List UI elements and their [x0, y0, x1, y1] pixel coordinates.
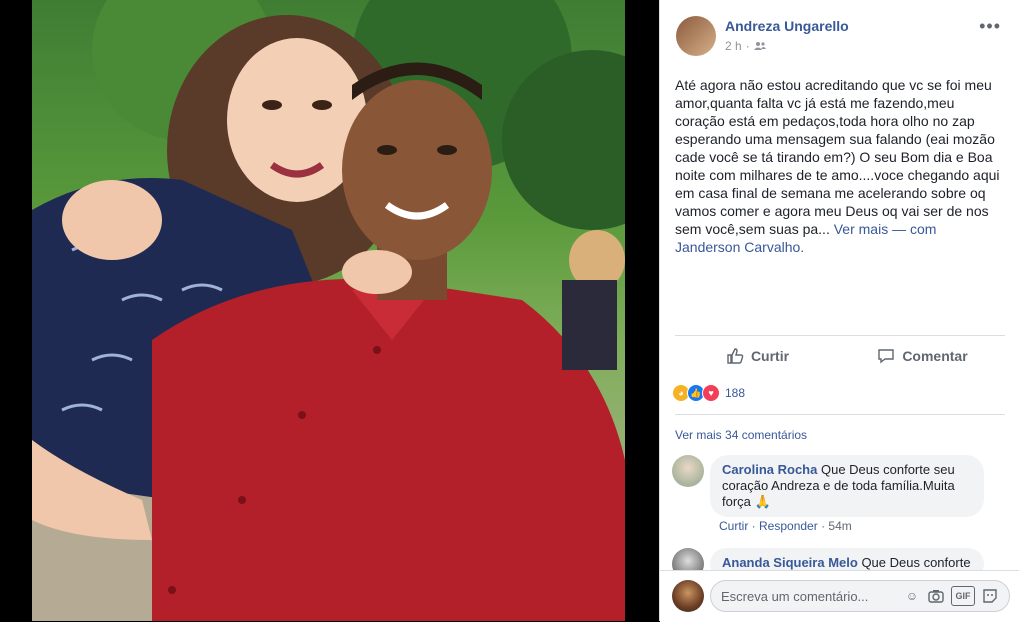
thumbs-up-icon	[727, 348, 744, 364]
composer-tools: ☺ GIF	[903, 586, 999, 606]
gif-icon[interactable]: GIF	[951, 586, 975, 606]
comment-like-link[interactable]: Curtir	[719, 519, 748, 533]
comment-reply-link[interactable]: Responder	[759, 519, 818, 533]
comment-time[interactable]: 54m	[828, 519, 851, 533]
comment-bubble: Carolina Rocha Que Deus conforte seu cor…	[710, 455, 984, 517]
commenter-name[interactable]: Ananda Siqueira Melo	[722, 555, 858, 570]
post-time[interactable]: 2 h	[725, 39, 742, 53]
comment-text: Que Deus conforte	[861, 555, 971, 570]
photo-viewer	[0, 0, 659, 621]
tagged-person-link[interactable]: Janderson Carvalho.	[675, 239, 804, 255]
author-avatar[interactable]	[676, 16, 716, 56]
commenter-avatar[interactable]	[672, 455, 704, 487]
comment-icon	[878, 349, 895, 364]
love-icon: ♥	[702, 384, 720, 402]
emoji-icon[interactable]: ☺	[903, 587, 921, 605]
photo-illustration	[32, 0, 625, 621]
post-meta: 2 h ·	[725, 39, 766, 53]
post-text: Até agora não estou acreditando que vc s…	[675, 76, 1005, 256]
comment-item: Carolina Rocha Que Deus conforte seu cor…	[672, 455, 984, 517]
like-button[interactable]: Curtir	[675, 347, 840, 365]
sticker-icon[interactable]	[981, 587, 999, 605]
divider	[675, 414, 1005, 415]
with-label: — com	[892, 221, 937, 237]
commenter-name[interactable]: Carolina Rocha	[722, 462, 817, 477]
like-label: Curtir	[750, 348, 790, 364]
current-user-avatar	[672, 580, 704, 612]
comment-button[interactable]: Comentar	[840, 347, 1005, 365]
camera-icon[interactable]	[927, 587, 945, 605]
author-name[interactable]: Andreza Ungarello	[725, 18, 849, 34]
post-body: Até agora não estou acreditando que vc s…	[675, 77, 1000, 237]
see-more-link[interactable]: Ver mais	[834, 221, 888, 237]
comment-placeholder: Escreva um comentário...	[721, 588, 869, 604]
reaction-count[interactable]: 188	[725, 386, 745, 400]
post-options-button[interactable]: •••	[979, 16, 1001, 37]
comment-label: Comentar	[902, 348, 968, 364]
friends-audience-icon[interactable]	[753, 41, 766, 51]
comment-meta: Curtir · Responder · 54m	[719, 519, 852, 533]
view-more-comments-link[interactable]: Ver mais 34 comentários	[675, 428, 807, 442]
post-photo[interactable]	[32, 0, 625, 621]
post-panel: Andreza Ungarello 2 h · ••• Até agora nã…	[659, 0, 1019, 622]
comment-input[interactable]: Escreva um comentário... ☺ GIF	[710, 580, 1010, 612]
post-actions: Curtir Comentar	[675, 335, 1005, 376]
reactions-summary[interactable]: ◕ 👍 ♥ 188	[672, 384, 745, 402]
comment-composer: Escreva um comentário... ☺ GIF	[660, 570, 1019, 622]
